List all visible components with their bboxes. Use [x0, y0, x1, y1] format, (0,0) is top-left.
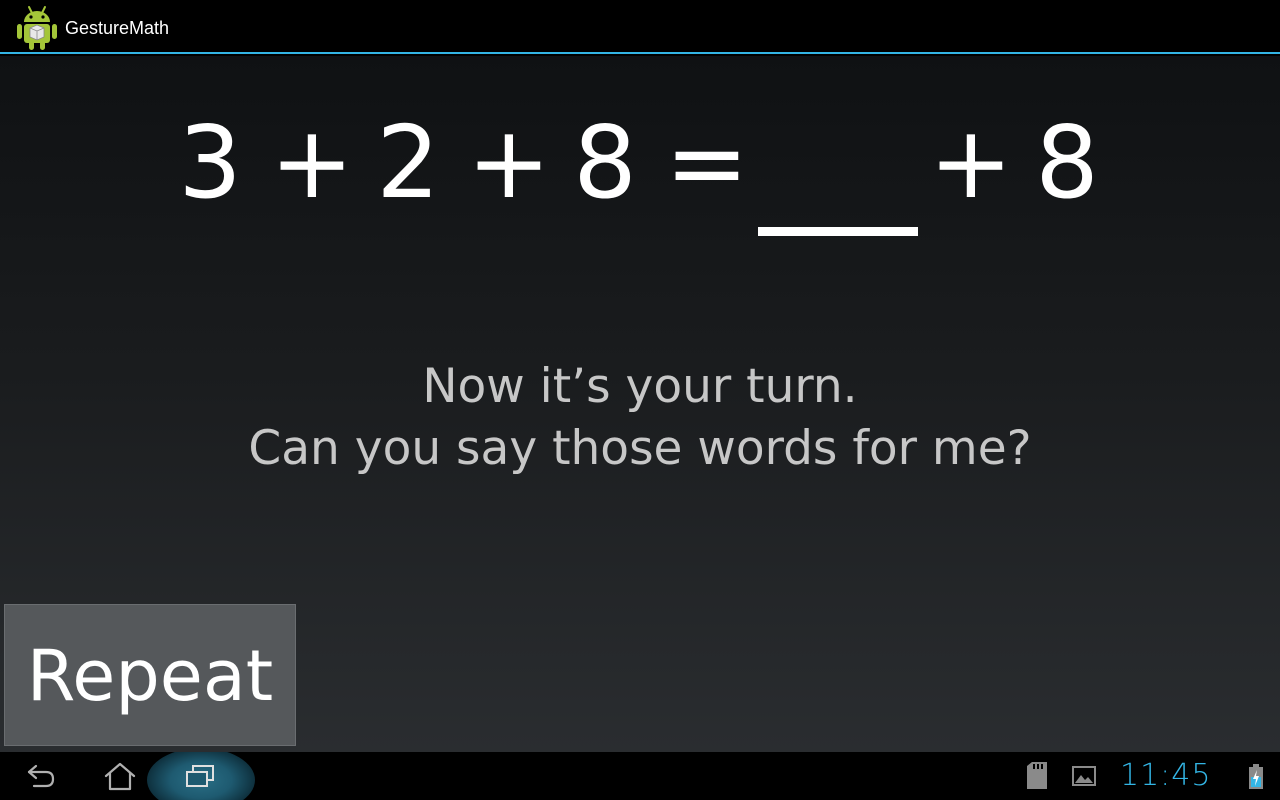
instruction-line-1: Now it’s your turn. [422, 359, 858, 414]
repeat-button[interactable]: Repeat [4, 604, 296, 746]
instruction-text: Now it’s your turn. Can you say those wo… [0, 356, 1280, 480]
equation-equals: = [665, 104, 749, 221]
app-title: GestureMath [65, 18, 170, 38]
equation-plus-1: + [270, 104, 354, 221]
instruction-line-2: Can you say those words for me? [248, 421, 1032, 476]
back-icon[interactable] [8, 752, 72, 800]
clock: 11:45 [1120, 758, 1212, 793]
main-content: 3 + 2 + 8 = + 8 Now it’s your turn. Can … [0, 56, 1280, 752]
equation-term-4: 8 [1035, 104, 1099, 221]
recent-apps-icon[interactable] [169, 752, 233, 800]
home-icon[interactable] [88, 752, 152, 800]
equation-plus-3: + [929, 104, 1013, 221]
equation-plus-2: + [467, 104, 551, 221]
system-bar: 11:45 [0, 752, 1280, 800]
equation-term-1: 3 [178, 104, 242, 221]
gallery-icon [1072, 766, 1098, 792]
sd-card-icon [1024, 762, 1050, 794]
answer-blank [758, 227, 918, 236]
equation-term-3: 8 [573, 104, 637, 221]
equation-term-2: 2 [376, 104, 440, 221]
android-icon[interactable] [16, 4, 58, 50]
action-bar: GestureMath [0, 0, 1280, 54]
battery-charging-icon [1248, 764, 1264, 794]
